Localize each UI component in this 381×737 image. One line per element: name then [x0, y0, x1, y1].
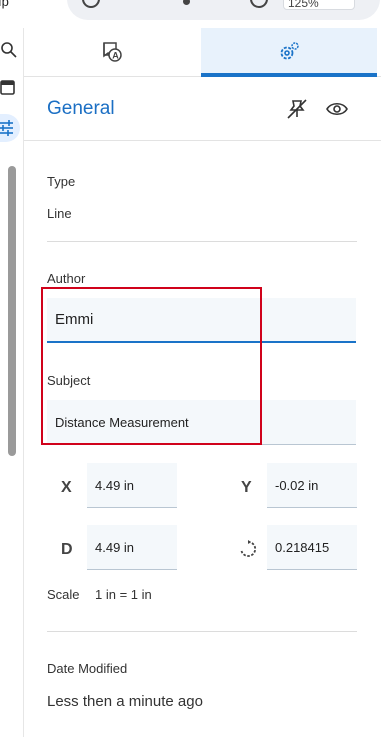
tab-settings[interactable]: [201, 28, 377, 77]
date-modified-value: Less then a minute ago: [47, 693, 203, 710]
top-toolbar: ıp 125%: [0, 0, 381, 28]
type-divider: [47, 241, 357, 242]
author-value: Emmi: [55, 311, 94, 328]
scale-label: Scale: [47, 587, 80, 602]
settings-gear-icon: [280, 42, 299, 60]
properties-tab[interactable]: [0, 114, 20, 142]
subject-value: Distance Measurement: [55, 414, 189, 430]
properties-icon: [0, 120, 13, 136]
zoom-value: 125%: [288, 0, 319, 10]
type-label: Type: [47, 174, 76, 189]
active-tab-underline: [201, 73, 377, 77]
scrollbar-thumb[interactable]: [8, 166, 16, 456]
x-value: 4.49 in: [95, 477, 135, 493]
x-label: X: [61, 479, 72, 496]
subject-label: Subject: [47, 373, 91, 388]
rotate-icon: [240, 540, 257, 557]
subject-field[interactable]: Distance Measurement: [47, 400, 356, 445]
d-value: 4.49 in: [95, 539, 135, 555]
tab-annotation[interactable]: A: [24, 28, 200, 76]
left-rail: [0, 28, 24, 737]
unpin-icon[interactable]: [285, 97, 309, 121]
svg-text:A: A: [112, 50, 119, 60]
author-field[interactable]: Emmi: [47, 298, 356, 343]
x-field[interactable]: 4.49 in: [87, 463, 177, 508]
y-value: -0.02 in: [275, 477, 319, 493]
d-label: D: [61, 541, 73, 558]
panel-icon[interactable]: [0, 78, 20, 98]
header-divider: [24, 140, 381, 141]
zoom-field[interactable]: 125%: [283, 0, 355, 10]
panel-tabs: A: [24, 28, 381, 77]
rotation-field[interactable]: 0.218415: [267, 525, 357, 570]
scale-value: 1 in = 1 in: [95, 587, 152, 602]
search-icon[interactable]: [0, 40, 20, 60]
rotation-value: 0.218415: [275, 539, 330, 555]
author-label: Author: [47, 271, 86, 286]
scale-divider: [47, 631, 357, 632]
section-title: General: [47, 98, 115, 119]
type-value: Line: [47, 206, 72, 221]
y-label: Y: [241, 479, 252, 496]
y-field[interactable]: -0.02 in: [267, 463, 357, 508]
d-field[interactable]: 4.49 in: [87, 525, 177, 570]
date-modified-label: Date Modified: [47, 661, 128, 676]
annotation-icon: A: [103, 42, 122, 62]
toolbar-text: ıp: [0, 0, 9, 9]
eye-icon[interactable]: [325, 97, 349, 121]
